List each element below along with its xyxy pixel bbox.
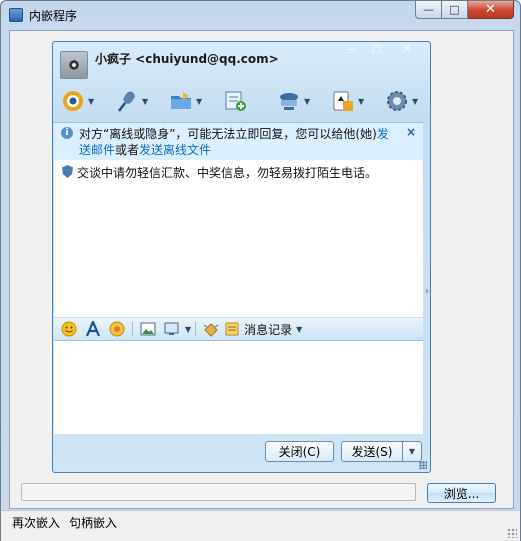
info-icon: i [61, 127, 73, 139]
magic-emoticon-button[interactable] [106, 319, 128, 339]
send-offline-file-link[interactable]: 发送离线文件 [139, 143, 211, 157]
app-icon [331, 89, 355, 113]
chevron-down-icon[interactable]: ▼ [142, 97, 148, 106]
qq-toolbar: ▼ ▼ ▼ ▼ ▼ ▼ [61, 86, 435, 116]
chevron-down-icon[interactable]: ▼ [88, 97, 94, 106]
offline-notice: i 对方“离线或隐身”，可能无法立即回复，您可以给他(她)发送邮件或者发送离线文… [54, 122, 423, 161]
send-file-icon [169, 89, 193, 113]
shake-icon [203, 323, 219, 337]
caption-buttons: — □ ✕ [415, 1, 514, 19]
settings-icon [385, 89, 409, 113]
shield-icon [62, 165, 73, 178]
status-reembed: 再次嵌入 [12, 516, 61, 530]
security-tip: 交谈中请勿轻信汇款、中奖信息，勿轻易拨打陌生电话。 [62, 164, 377, 181]
create-group-icon [223, 89, 247, 113]
notice-close-button[interactable]: × [406, 125, 416, 139]
image-icon [164, 322, 179, 335]
apps-button[interactable]: ▼ [331, 87, 381, 115]
image-button[interactable] [161, 319, 183, 339]
send-button-label[interactable]: 发送(S) [342, 442, 403, 461]
notice-text-part: 或者 [115, 143, 140, 157]
send-file-button[interactable]: ▼ [169, 87, 219, 115]
minimize-button[interactable]: — [415, 1, 442, 19]
qq-close-chat-button[interactable]: 关闭(C) [265, 441, 334, 462]
status-bar: 再次嵌入 句柄嵌入 [1, 510, 520, 541]
contact-avatar[interactable] [60, 51, 88, 79]
separator [195, 322, 197, 336]
qq-minimize-button[interactable]: — [339, 42, 364, 57]
video-call-button[interactable]: ▼ [61, 87, 111, 115]
browse-button[interactable]: 浏览... [427, 483, 496, 503]
chevron-down-icon[interactable]: ▼ [185, 325, 191, 334]
remote-assist-button[interactable]: ▼ [277, 87, 327, 115]
notice-text: 对方“离线或隐身”，可能无法立即回复，您可以给他(她)发送邮件或者发送离线文件 [79, 126, 399, 158]
separator [132, 322, 133, 336]
embedded-qq-window: — □ ✕ 小疯子 <chuiyund@qq.com> ▼ ▼ ▼ ▼ ▼ ▼ … [52, 41, 431, 473]
contact-name[interactable]: 小疯子 <chuiyund@qq.com> [95, 50, 279, 67]
chevron-down-icon: ▼ [296, 324, 303, 334]
voice-call-icon [115, 89, 139, 113]
voice-call-button[interactable]: ▼ [115, 87, 165, 115]
chevron-down-icon[interactable]: ▼ [196, 97, 202, 106]
expand-sidebar-button[interactable]: › [425, 286, 429, 297]
path-input[interactable] [21, 483, 416, 501]
app-icon [9, 8, 23, 22]
magic-emoticon-icon [109, 321, 125, 337]
message-history-area[interactable]: 交谈中请勿轻信汇款、中奖信息，勿轻易拨打陌生电话。 [54, 160, 423, 317]
chevron-down-icon[interactable]: ▼ [412, 97, 418, 106]
title-bar: 内嵌程序 [9, 5, 77, 25]
remote-assist-icon [277, 89, 301, 113]
message-input[interactable] [54, 340, 423, 434]
window-title: 内嵌程序 [29, 8, 78, 23]
message-history-label: 消息记录 [244, 322, 293, 337]
format-toolbar: ▼ 消息记录 ▼ [54, 318, 423, 340]
chevron-down-icon[interactable]: ▼ [403, 442, 421, 461]
emoticon-button[interactable] [58, 319, 80, 339]
settings-button[interactable]: ▼ [385, 87, 435, 115]
chevron-down-icon[interactable]: ▼ [304, 97, 310, 106]
security-tip-text: 交谈中请勿轻信汇款、中奖信息，勿轻易拨打陌生电话。 [77, 166, 378, 180]
screenshot-button[interactable] [137, 319, 159, 339]
qq-resize-grip[interactable] [419, 461, 427, 469]
qq-maximize-button[interactable]: □ [364, 42, 389, 57]
shake-button[interactable] [200, 319, 222, 339]
message-history-button[interactable]: 消息记录 ▼ [224, 321, 302, 338]
video-call-icon [61, 89, 85, 113]
font-icon [85, 321, 101, 337]
emoticon-icon [61, 321, 77, 337]
main-window: 内嵌程序 — □ ✕ — □ ✕ 小疯子 <chuiyund@qq.com> ▼… [0, 0, 521, 541]
notice-text-part: 对方“离线或隐身”，可能无法立即回复，您可以给他(她) [79, 127, 377, 141]
history-icon [225, 322, 239, 336]
maximize-button[interactable]: □ [442, 1, 468, 19]
close-button[interactable]: ✕ [468, 1, 514, 19]
font-button[interactable] [82, 319, 104, 339]
screenshot-icon [140, 322, 156, 336]
qq-caption-buttons: — □ ✕ [339, 42, 425, 57]
resize-grip[interactable] [507, 528, 517, 538]
create-group-button[interactable] [223, 87, 273, 115]
status-handle-embed: 句柄嵌入 [69, 516, 118, 530]
send-button[interactable]: 发送(S) ▼ [341, 441, 422, 462]
chevron-down-icon[interactable]: ▼ [358, 97, 364, 106]
qq-close-button[interactable]: ✕ [389, 42, 425, 57]
